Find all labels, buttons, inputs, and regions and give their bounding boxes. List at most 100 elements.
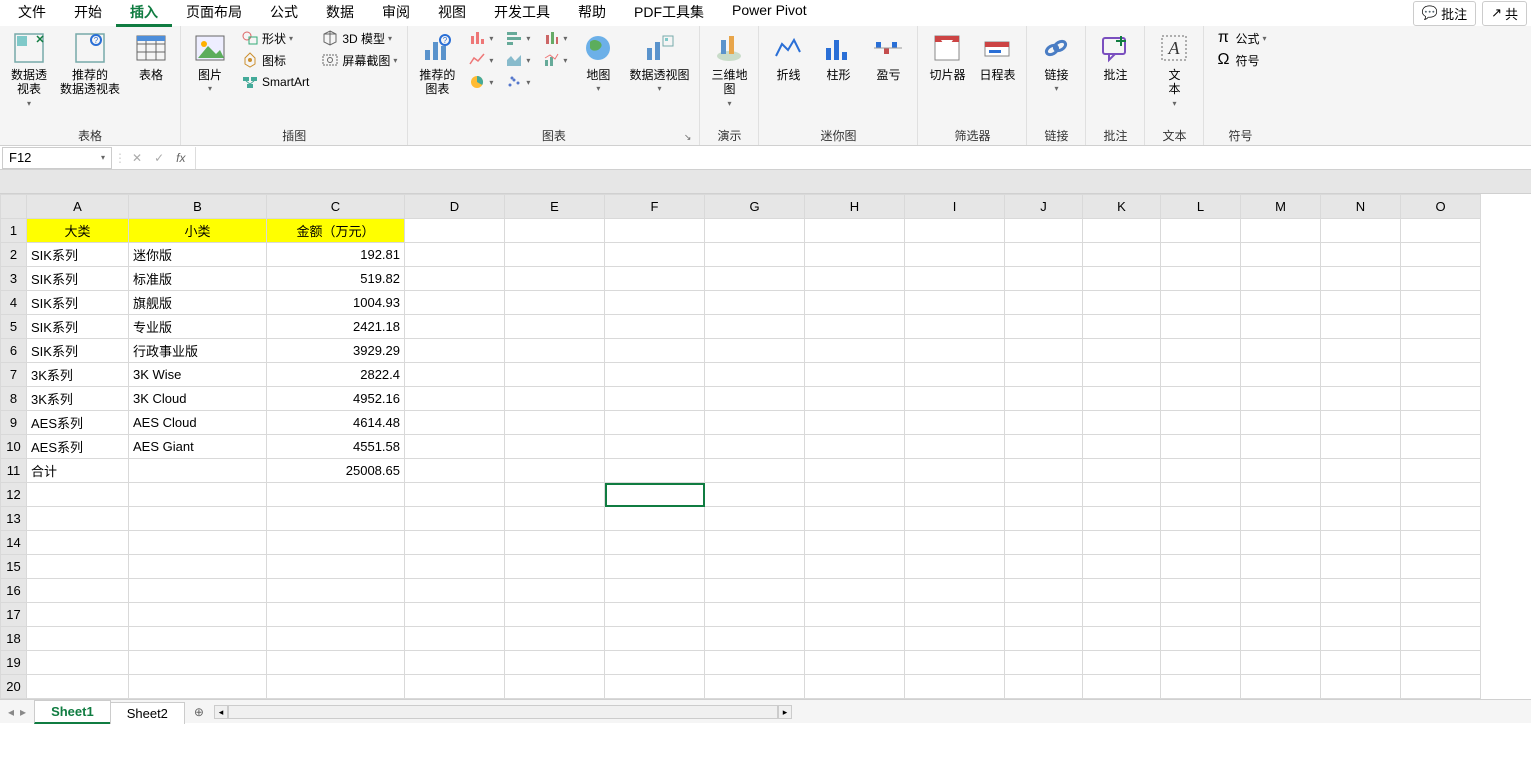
cell-A4[interactable]: SIK系列 [27, 291, 129, 315]
cell-G8[interactable] [705, 387, 805, 411]
cell-D10[interactable] [405, 435, 505, 459]
cell-G14[interactable] [705, 531, 805, 555]
cell-F20[interactable] [605, 675, 705, 699]
cell-G6[interactable] [705, 339, 805, 363]
cell-M9[interactable] [1241, 411, 1321, 435]
cell-B3[interactable]: 标准版 [129, 267, 267, 291]
cell-E8[interactable] [505, 387, 605, 411]
cell-J8[interactable] [1005, 387, 1083, 411]
cell-A5[interactable]: SIK系列 [27, 315, 129, 339]
menu-开发工具[interactable]: 开发工具 [480, 0, 564, 27]
column-header-A[interactable]: A [27, 195, 129, 219]
cell-B4[interactable]: 旗舰版 [129, 291, 267, 315]
cell-G9[interactable] [705, 411, 805, 435]
cell-L17[interactable] [1161, 603, 1241, 627]
cell-F8[interactable] [605, 387, 705, 411]
column-header-M[interactable]: M [1241, 195, 1321, 219]
cell-L7[interactable] [1161, 363, 1241, 387]
cell-I14[interactable] [905, 531, 1005, 555]
cell-I17[interactable] [905, 603, 1005, 627]
cell-C8[interactable]: 4952.16 [267, 387, 405, 411]
cell-J3[interactable] [1005, 267, 1083, 291]
cell-E18[interactable] [505, 627, 605, 651]
cell-M6[interactable] [1241, 339, 1321, 363]
table-button[interactable]: 表格 [128, 28, 174, 84]
cell-I2[interactable] [905, 243, 1005, 267]
cell-A1[interactable]: 大类 [27, 219, 129, 243]
cell-B15[interactable] [129, 555, 267, 579]
cell-M4[interactable] [1241, 291, 1321, 315]
cell-O12[interactable] [1401, 483, 1481, 507]
menu-帮助[interactable]: 帮助 [564, 0, 620, 27]
cell-L10[interactable] [1161, 435, 1241, 459]
cell-M11[interactable] [1241, 459, 1321, 483]
cell-B7[interactable]: 3K Wise [129, 363, 267, 387]
cell-I8[interactable] [905, 387, 1005, 411]
menu-公式[interactable]: 公式 [256, 0, 312, 27]
row-header-20[interactable]: 20 [1, 675, 27, 699]
pictures-button[interactable]: 图片 ▾ [187, 28, 233, 95]
cell-C7[interactable]: 2822.4 [267, 363, 405, 387]
cell-O1[interactable] [1401, 219, 1481, 243]
cell-E2[interactable] [505, 243, 605, 267]
recommended-pivot-button[interactable]: ? 推荐的 数据透视表 [56, 28, 124, 99]
cell-D12[interactable] [405, 483, 505, 507]
cell-F4[interactable] [605, 291, 705, 315]
cell-C4[interactable]: 1004.93 [267, 291, 405, 315]
cell-J15[interactable] [1005, 555, 1083, 579]
column-header-O[interactable]: O [1401, 195, 1481, 219]
cell-A6[interactable]: SIK系列 [27, 339, 129, 363]
cell-F9[interactable] [605, 411, 705, 435]
cell-C14[interactable] [267, 531, 405, 555]
cell-H5[interactable] [805, 315, 905, 339]
cell-O14[interactable] [1401, 531, 1481, 555]
cell-M7[interactable] [1241, 363, 1321, 387]
cell-H6[interactable] [805, 339, 905, 363]
cell-A7[interactable]: 3K系列 [27, 363, 129, 387]
cell-N11[interactable] [1321, 459, 1401, 483]
cell-C20[interactable] [267, 675, 405, 699]
cell-F19[interactable] [605, 651, 705, 675]
cell-G15[interactable] [705, 555, 805, 579]
cell-H11[interactable] [805, 459, 905, 483]
cell-J18[interactable] [1005, 627, 1083, 651]
fx-icon[interactable]: fx [176, 151, 185, 165]
cell-H2[interactable] [805, 243, 905, 267]
cell-I10[interactable] [905, 435, 1005, 459]
cell-L12[interactable] [1161, 483, 1241, 507]
cell-B5[interactable]: 专业版 [129, 315, 267, 339]
cell-J2[interactable] [1005, 243, 1083, 267]
cell-A17[interactable] [27, 603, 129, 627]
row-header-14[interactable]: 14 [1, 531, 27, 555]
column-header-I[interactable]: I [905, 195, 1005, 219]
cell-N4[interactable] [1321, 291, 1401, 315]
shapes-button[interactable]: 形状 ▾ [237, 28, 313, 48]
cell-I5[interactable] [905, 315, 1005, 339]
name-box[interactable]: F12 ▾ [2, 147, 112, 169]
smartart-button[interactable]: SmartArt [237, 72, 313, 92]
timeline-button[interactable]: 日程表 [974, 28, 1020, 84]
cell-D8[interactable] [405, 387, 505, 411]
row-header-13[interactable]: 13 [1, 507, 27, 531]
cell-N15[interactable] [1321, 555, 1401, 579]
cell-C11[interactable]: 25008.65 [267, 459, 405, 483]
cell-N9[interactable] [1321, 411, 1401, 435]
cell-M15[interactable] [1241, 555, 1321, 579]
spreadsheet-grid[interactable]: ABCDEFGHIJKLMNO1大类小类金额（万元）2SIK系列迷你版192.8… [0, 194, 1531, 699]
cell-K19[interactable] [1083, 651, 1161, 675]
share-button[interactable]: ↗ 共 [1482, 1, 1527, 26]
cell-L3[interactable] [1161, 267, 1241, 291]
cell-L18[interactable] [1161, 627, 1241, 651]
cell-C15[interactable] [267, 555, 405, 579]
scatter-chart-button[interactable]: ▾ [501, 72, 534, 92]
cell-C5[interactable]: 2421.18 [267, 315, 405, 339]
cell-J12[interactable] [1005, 483, 1083, 507]
cell-J17[interactable] [1005, 603, 1083, 627]
cell-M8[interactable] [1241, 387, 1321, 411]
cell-I13[interactable] [905, 507, 1005, 531]
link-button[interactable]: 链接 ▾ [1033, 28, 1079, 95]
formula-input[interactable] [195, 147, 1531, 169]
cell-G4[interactable] [705, 291, 805, 315]
cell-H9[interactable] [805, 411, 905, 435]
cell-K7[interactable] [1083, 363, 1161, 387]
